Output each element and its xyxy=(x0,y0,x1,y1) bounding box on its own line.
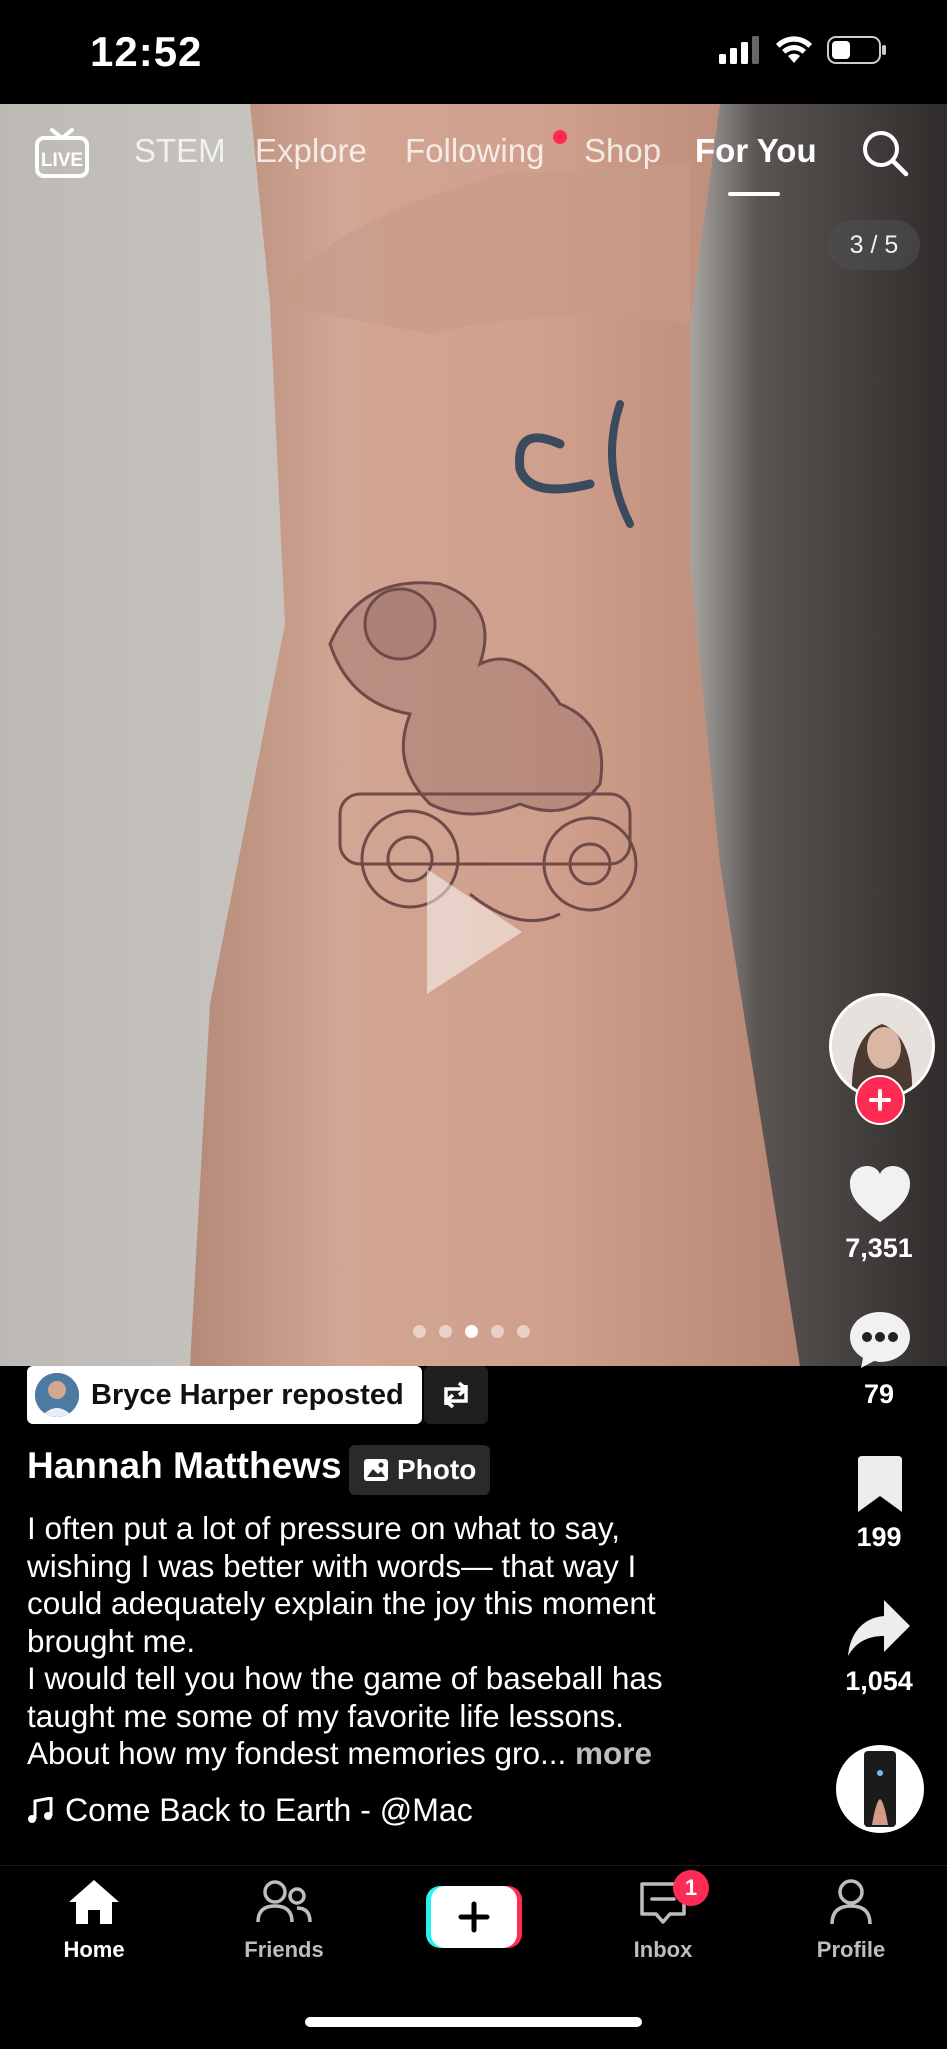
live-tv-icon: LIVE xyxy=(35,128,89,178)
home-icon xyxy=(69,1880,119,1924)
status-time: 12:52 xyxy=(90,28,203,75)
photo-counter: 3 / 5 xyxy=(828,220,920,270)
nav-home[interactable]: Home xyxy=(24,1878,164,1963)
music-disc-button[interactable] xyxy=(836,1745,924,1833)
caption-line: wishing I was better with words— that wa… xyxy=(27,1547,637,1584)
repost-button[interactable] xyxy=(424,1366,488,1424)
post-caption[interactable]: I often put a lot of pressure on what to… xyxy=(27,1510,747,1773)
music-note-icon xyxy=(28,1796,53,1823)
like-button[interactable] xyxy=(849,1166,911,1229)
tab-shop[interactable]: Shop xyxy=(584,132,661,170)
status-icons xyxy=(719,36,887,64)
wifi-icon xyxy=(776,36,812,63)
tab-for-you[interactable]: For You xyxy=(695,132,817,170)
save-count: 199 xyxy=(856,1522,902,1552)
plus-icon xyxy=(869,1089,891,1111)
music-title: Come Back to Earth - @Mac xyxy=(65,1792,473,1828)
create-post-button[interactable] xyxy=(426,1886,522,1953)
carousel-dots xyxy=(413,1325,530,1338)
tab-explore[interactable]: Explore xyxy=(255,132,367,170)
battery-icon xyxy=(827,36,886,64)
like-count: 7,351 xyxy=(845,1233,913,1263)
carousel-dot xyxy=(517,1325,530,1338)
caption-line: could adequately explain the joy this mo… xyxy=(27,1585,656,1621)
follow-button[interactable] xyxy=(855,1075,905,1125)
caption-line: taught me some of my favorite life lesso… xyxy=(27,1697,625,1734)
bookmark-icon xyxy=(858,1456,902,1512)
heart-icon xyxy=(850,1166,910,1222)
reposter-avatar-image xyxy=(35,1373,79,1417)
carousel-dot-active xyxy=(465,1325,478,1338)
repost-label: Bryce Harper reposted xyxy=(91,1378,404,1411)
caption-more-link[interactable]: more xyxy=(575,1735,652,1771)
reposter-avatar xyxy=(35,1373,79,1417)
repost-icon xyxy=(444,1381,468,1409)
profile-icon xyxy=(830,1879,872,1925)
tab-following[interactable]: Following xyxy=(405,132,544,170)
comment-button[interactable] xyxy=(848,1310,912,1375)
caption-line: I often put a lot of pressure on what to… xyxy=(27,1510,621,1546)
tab-stem[interactable]: STEM xyxy=(134,132,226,170)
repost-chip[interactable]: Bryce Harper reposted xyxy=(27,1366,422,1424)
nav-inbox-label: Inbox xyxy=(633,1937,693,1962)
active-tab-indicator xyxy=(728,192,780,196)
nav-profile-label: Profile xyxy=(816,1937,886,1962)
top-nav: LIVE STEM Explore Following Shop For You xyxy=(0,104,947,214)
search-button[interactable] xyxy=(860,128,910,183)
nav-inbox[interactable]: Inbox xyxy=(593,1878,733,1963)
signal-icon xyxy=(719,36,759,64)
carousel-dot xyxy=(491,1325,504,1338)
comment-count: 79 xyxy=(863,1379,895,1409)
following-notification-dot xyxy=(553,130,567,144)
create-plus-icon xyxy=(426,1886,522,1948)
svg-text:LIVE: LIVE xyxy=(41,150,83,171)
nav-profile[interactable]: Profile xyxy=(781,1878,921,1963)
caption-line: I would tell you how the game of basebal… xyxy=(27,1660,663,1696)
nav-friends-label: Friends xyxy=(244,1937,324,1962)
nav-friends[interactable]: Friends xyxy=(214,1878,354,1963)
carousel-dot xyxy=(413,1325,426,1338)
home-indicator xyxy=(305,2017,642,2027)
live-button[interactable]: LIVE xyxy=(34,126,90,185)
photo-type-chip: Photo xyxy=(349,1445,491,1495)
author-name[interactable]: Hannah Matthews xyxy=(27,1445,342,1487)
share-count: 1,054 xyxy=(845,1666,913,1696)
carousel-dot xyxy=(439,1325,452,1338)
post-photo[interactable] xyxy=(0,104,947,1366)
music-disc-cover xyxy=(864,1751,896,1827)
tattoo-photo-illustration xyxy=(190,104,800,1366)
caption-line-last: About how my fondest memories gro... mor… xyxy=(27,1735,747,1773)
comment-icon xyxy=(850,1312,910,1368)
inbox-badge: 1 xyxy=(673,1870,709,1906)
share-arrow-icon xyxy=(848,1600,910,1656)
photo-icon xyxy=(364,1459,388,1481)
caption-truncated-text: About how my fondest memories gro... xyxy=(27,1735,575,1771)
search-icon xyxy=(863,131,909,177)
music-info[interactable]: Come Back to Earth - @Mac xyxy=(27,1792,473,1829)
nav-home-label: Home xyxy=(63,1937,125,1962)
caption-line: brought me. xyxy=(27,1622,196,1659)
save-button[interactable] xyxy=(854,1456,906,1519)
photo-type-label: Photo xyxy=(397,1454,477,1485)
friends-icon xyxy=(256,1880,312,1923)
share-button[interactable] xyxy=(846,1598,912,1663)
